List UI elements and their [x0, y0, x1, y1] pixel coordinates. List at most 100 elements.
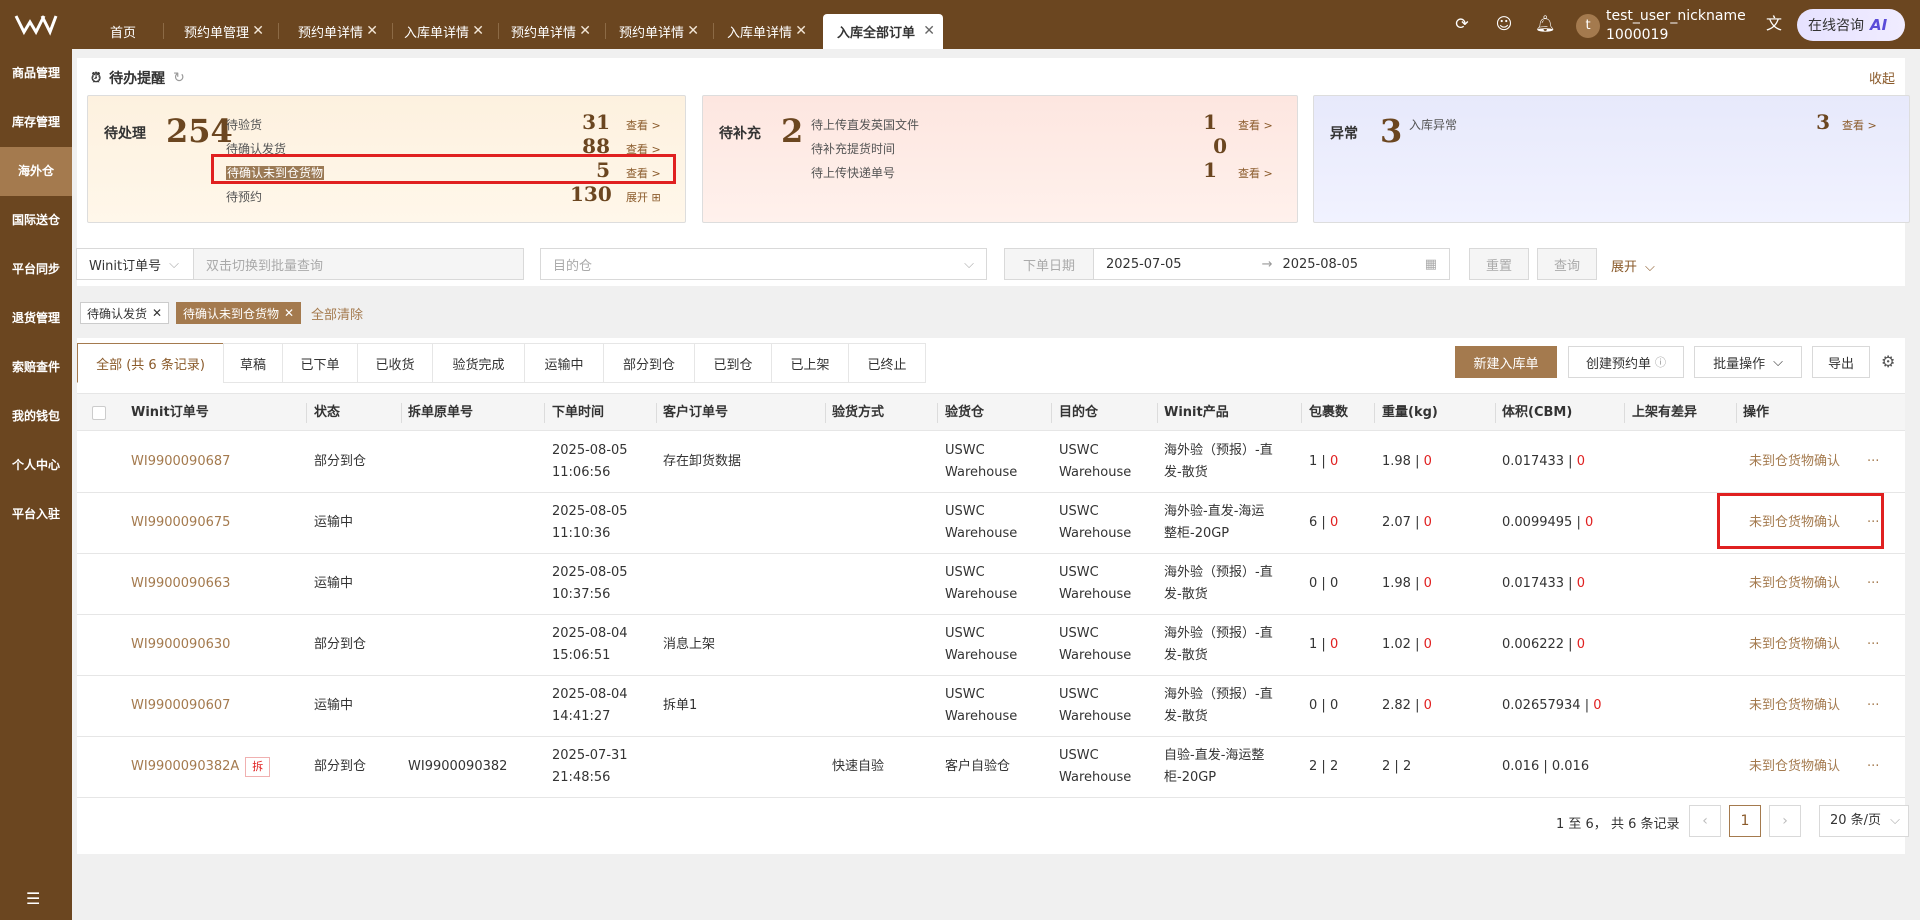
prev-page-button[interactable]: ‹	[1689, 805, 1721, 837]
view-link[interactable]: 查看 >	[626, 117, 661, 133]
page-size-select[interactable]: 20 条/页 ⌵	[1819, 805, 1909, 837]
order-link[interactable]: WI9900090675	[131, 512, 230, 534]
create-appointment-button[interactable]: 创建预约单 ⓘ	[1568, 346, 1684, 378]
close-icon[interactable]: ✕	[152, 306, 162, 320]
page-number[interactable]: 1	[1729, 805, 1761, 837]
destination-warehouse-select[interactable]: 目的仓 ⌵	[540, 248, 987, 280]
sidebar-item-overseas-warehouse[interactable]: 海外仓	[0, 147, 72, 196]
order-link[interactable]: WI9900090630	[131, 634, 230, 656]
sidebar-item-international[interactable]: 国际送仓	[0, 196, 72, 245]
view-link[interactable]: 查看 >	[1238, 117, 1273, 133]
sidebar-item-returns[interactable]: 退货管理	[0, 294, 72, 343]
tab-received[interactable]: 已收货	[357, 343, 433, 383]
close-icon[interactable]: ✕	[795, 23, 807, 39]
menu-collapse-icon[interactable]: ☰	[26, 889, 40, 908]
more-icon[interactable]: ···	[1867, 695, 1879, 717]
batch-query-input[interactable]: 双击切换到批量查询	[193, 248, 524, 280]
settings-icon[interactable]: ⚙	[1881, 352, 1895, 371]
view-link[interactable]: 查看 >	[1238, 165, 1273, 181]
row-label[interactable]: 待上传直发英国文件	[811, 116, 919, 133]
next-page-button[interactable]: ›	[1769, 805, 1801, 837]
close-icon[interactable]: ✕	[366, 23, 378, 39]
expand-link[interactable]: 展开 ⊞	[626, 189, 661, 205]
tab-shelved[interactable]: 已上架	[771, 343, 849, 383]
view-link[interactable]: 查看 >	[1842, 117, 1877, 133]
row-label[interactable]: 待上传快递单号	[811, 164, 895, 181]
reset-button[interactable]: 重置	[1469, 248, 1529, 280]
tab-terminated[interactable]: 已终止	[848, 343, 926, 383]
order-link[interactable]: WI9900090687	[131, 451, 230, 473]
batch-operation-button[interactable]: 批量操作 ⌵	[1694, 346, 1802, 378]
confirm-unarrived-link[interactable]: 未到仓货物确认	[1749, 634, 1840, 656]
close-icon[interactable]: ✕	[687, 23, 699, 39]
online-consult-button[interactable]: 在线咨询 AI	[1797, 9, 1905, 41]
expand-filter-link[interactable]: 展开 ⌵	[1611, 256, 1655, 275]
row-label[interactable]: 待补充提货时间	[811, 140, 895, 157]
tab-ordered[interactable]: 已下单	[282, 343, 358, 383]
sidebar-item-claims[interactable]: 索赔查件	[0, 343, 72, 392]
table-row: WI9900090675 运输中 2025-08-05 11:10:36 USWC…	[77, 493, 1905, 554]
more-icon[interactable]: ···	[1867, 451, 1879, 473]
calendar-icon[interactable]: ▦	[1425, 257, 1437, 272]
tab-appointment-management[interactable]: 预约单管理 ✕	[170, 14, 272, 49]
confirm-unarrived-link[interactable]: 未到仓货物确认	[1749, 451, 1840, 473]
more-icon[interactable]: ···	[1867, 756, 1879, 778]
tab-all[interactable]: 全部 (共 6 条记录)	[77, 343, 224, 383]
collapse-link[interactable]: 收起	[1869, 68, 1895, 87]
row-label[interactable]: 入库异常	[1409, 116, 1457, 133]
tab-inbound-all-orders[interactable]: 入库全部订单 ✕	[823, 14, 943, 49]
clear-all-link[interactable]: 全部清除	[311, 304, 363, 323]
row-label[interactable]: 待预约	[226, 188, 262, 205]
more-icon[interactable]: ···	[1867, 634, 1879, 656]
tab-in-transit[interactable]: 运输中	[524, 343, 604, 383]
more-icon[interactable]: ···	[1867, 573, 1879, 595]
confirm-unarrived-link[interactable]: 未到仓货物确认	[1749, 756, 1840, 778]
tab-draft[interactable]: 草稿	[223, 343, 283, 383]
tab-appointment-detail[interactable]: 预约单详情 ✕	[497, 14, 599, 49]
filter-chip[interactable]: 待确认发货 ✕	[80, 302, 170, 324]
sidebar-item-inventory[interactable]: 库存管理	[0, 98, 72, 147]
row-label[interactable]: 待验货	[226, 116, 262, 133]
translate-icon[interactable]: 文	[1764, 14, 1784, 34]
order-type-select[interactable]: Winit订单号 ⌵	[76, 248, 194, 280]
sidebar-item-wallet[interactable]: 我的钱包	[0, 392, 72, 441]
bell-icon[interactable]: 🔔︎	[1535, 14, 1555, 34]
confirm-unarrived-link[interactable]: 未到仓货物确认	[1749, 695, 1840, 717]
sidebar-item-product[interactable]: 商品管理	[0, 49, 72, 98]
query-button[interactable]: 查询	[1537, 248, 1597, 280]
filter-chip-active[interactable]: 待确认未到仓货物 ✕	[176, 302, 302, 324]
close-icon[interactable]: ✕	[284, 306, 294, 320]
close-icon[interactable]: ✕	[252, 23, 264, 39]
order-link[interactable]: WI9900090607	[131, 695, 230, 717]
date-range-picker[interactable]: 2025-07-05 → 2025-08-05 ▦	[1093, 248, 1450, 280]
refresh-icon[interactable]: ⟳	[1452, 14, 1472, 34]
tab-inbound-detail[interactable]: 入库单详情 ✕	[713, 14, 815, 49]
sidebar-item-platform-sync[interactable]: 平台同步	[0, 245, 72, 294]
refresh-icon[interactable]: ↻	[173, 70, 185, 86]
tab-inbound-detail[interactable]: 入库单详情 ✕	[390, 14, 492, 49]
avatar[interactable]: t	[1576, 14, 1600, 38]
export-button[interactable]: 导出	[1812, 346, 1870, 378]
close-icon[interactable]: ✕	[579, 23, 591, 39]
select-all-checkbox[interactable]	[92, 406, 106, 420]
tab-partial-arrived[interactable]: 部分到仓	[603, 343, 695, 383]
close-icon[interactable]: ✕	[923, 23, 935, 39]
confirm-unarrived-link[interactable]: 未到仓货物确认	[1749, 573, 1840, 595]
tab-home[interactable]: 首页	[96, 14, 156, 49]
order-link[interactable]: WI9900090382A	[131, 759, 239, 774]
date-to[interactable]: 2025-08-05	[1282, 257, 1358, 272]
user-name[interactable]: test_user_nickname	[1606, 8, 1746, 24]
sidebar-item-profile[interactable]: 个人中心	[0, 441, 72, 490]
close-icon[interactable]: ✕	[472, 23, 484, 39]
new-inbound-button[interactable]: 新建入库单	[1455, 346, 1557, 378]
tab-label: 预约单详情	[298, 26, 364, 41]
tab-appointment-detail[interactable]: 预约单详情 ✕	[284, 14, 386, 49]
tab-arrived[interactable]: 已到仓	[694, 343, 772, 383]
smile-icon[interactable]: ☺	[1494, 14, 1514, 34]
sidebar-item-platform-join[interactable]: 平台入驻	[0, 490, 72, 539]
tab-inspected[interactable]: 验货完成	[432, 343, 525, 383]
order-link[interactable]: WI9900090663	[131, 573, 230, 595]
date-from[interactable]: 2025-07-05	[1106, 257, 1182, 272]
logo-icon[interactable]	[14, 12, 58, 36]
tab-appointment-detail[interactable]: 预约单详情 ✕	[605, 14, 707, 49]
